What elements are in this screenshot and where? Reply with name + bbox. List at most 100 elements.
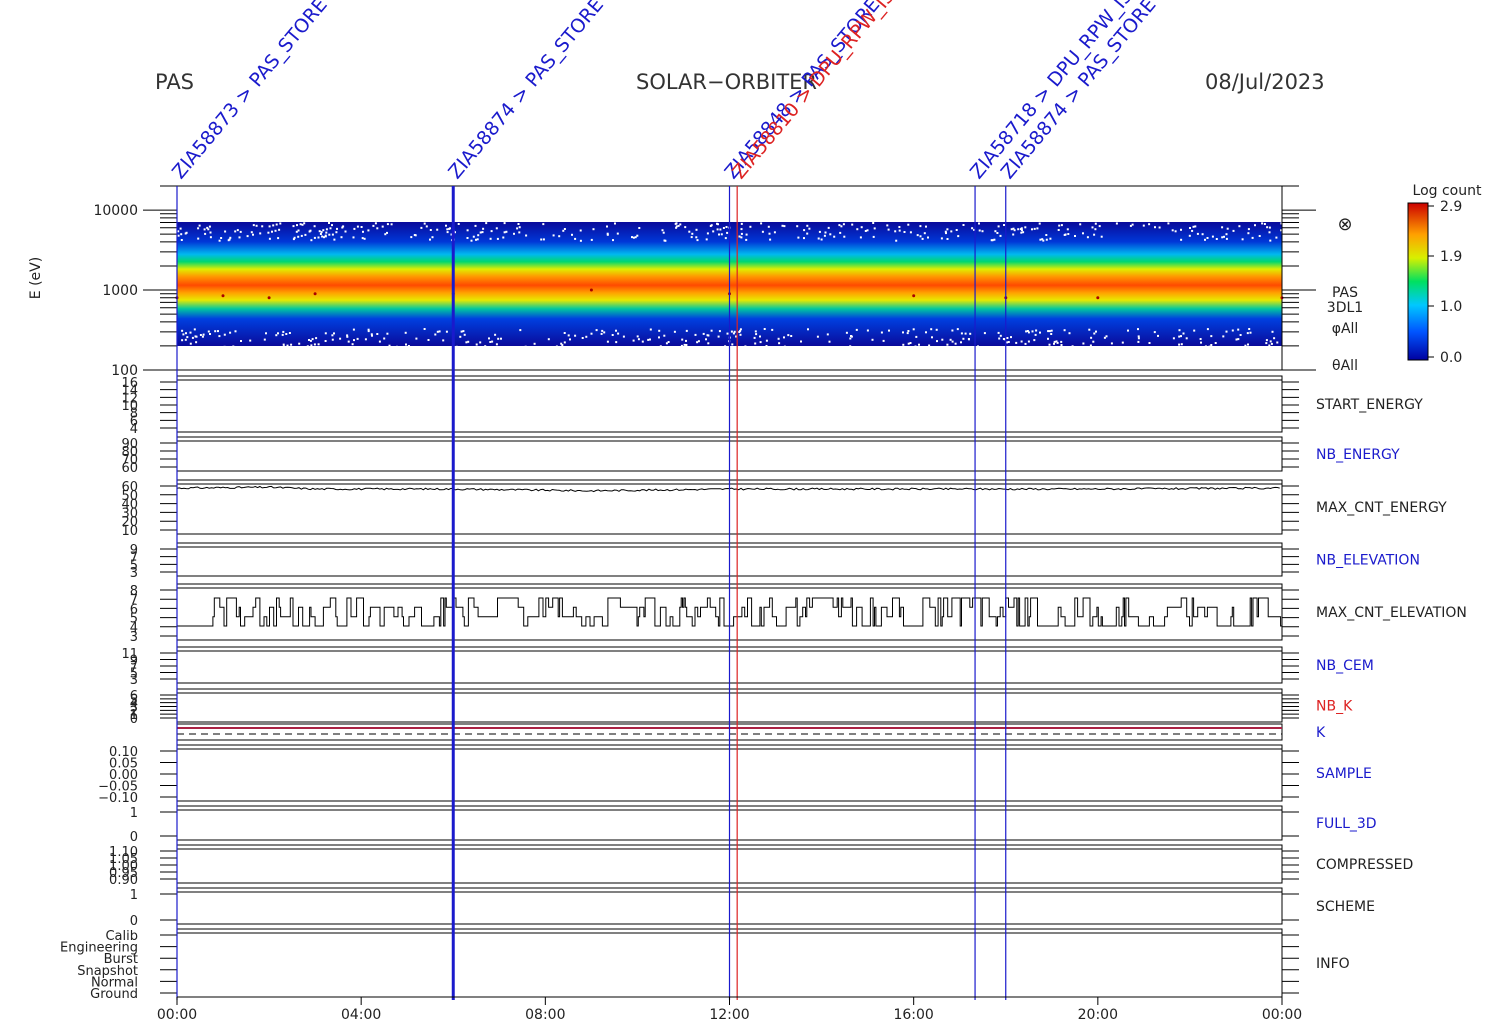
speckle xyxy=(765,339,768,342)
speckle xyxy=(250,231,253,234)
speckle xyxy=(240,340,242,342)
speckle xyxy=(319,233,322,235)
speckle xyxy=(423,328,426,330)
speckle xyxy=(1058,224,1061,227)
speckle xyxy=(1027,340,1030,343)
speckle xyxy=(740,236,743,239)
speckle xyxy=(303,222,306,225)
speckle xyxy=(1003,224,1005,226)
speckle xyxy=(1092,340,1095,343)
speckle xyxy=(675,222,678,225)
speckle xyxy=(1199,338,1202,340)
speckle xyxy=(759,341,762,344)
speckle xyxy=(895,239,898,242)
speckle xyxy=(1137,337,1140,340)
speckle xyxy=(1225,330,1228,333)
panel-tick-label: 0 xyxy=(130,712,138,727)
speckle xyxy=(907,223,910,226)
speckle xyxy=(601,329,604,332)
speckle xyxy=(431,236,434,239)
speckle xyxy=(1089,344,1092,347)
speckle xyxy=(907,342,910,345)
speckle xyxy=(688,230,691,233)
speckle xyxy=(185,332,187,335)
speckle xyxy=(472,235,475,238)
spectrogram-side-label: φAll xyxy=(1332,321,1359,337)
speckle xyxy=(306,345,309,348)
speckle xyxy=(547,338,550,341)
speckle xyxy=(282,330,285,333)
speckle xyxy=(318,230,321,233)
speckle xyxy=(1189,227,1191,229)
event-label: ZIA58810 > DPU_RPW_ISC_SEM_NOT xyxy=(728,0,972,183)
speckle xyxy=(1048,330,1051,333)
speckle xyxy=(783,336,785,339)
speckle xyxy=(860,226,863,229)
speckle xyxy=(909,231,912,234)
speckle xyxy=(614,222,616,225)
speckle xyxy=(1215,238,1218,240)
speckle xyxy=(494,333,497,336)
speckle xyxy=(1182,332,1185,335)
speckle xyxy=(1235,338,1238,341)
panel-tick-label: Ground xyxy=(90,987,138,1002)
speckle xyxy=(376,227,379,230)
speckle xyxy=(839,231,842,234)
speckle xyxy=(436,330,439,333)
speckle xyxy=(1057,229,1060,231)
speckle xyxy=(292,238,295,241)
peak-energy-point xyxy=(589,288,593,292)
speckle xyxy=(935,328,938,331)
speckle xyxy=(1066,228,1069,231)
speckle xyxy=(1178,335,1181,338)
speckle xyxy=(718,330,721,333)
speckle xyxy=(361,237,364,240)
speckle xyxy=(739,329,742,332)
speckle xyxy=(685,344,688,346)
speckle xyxy=(282,345,285,348)
speckle xyxy=(662,231,665,234)
panel-label-info: INFO xyxy=(1316,956,1350,972)
speckle xyxy=(871,338,874,341)
speckle xyxy=(1142,224,1145,227)
speckle xyxy=(617,332,620,335)
speckle xyxy=(322,229,325,232)
speckle xyxy=(945,232,947,235)
speckle xyxy=(722,227,725,229)
speckle xyxy=(964,332,967,335)
speckle xyxy=(781,224,784,227)
speckle xyxy=(1090,336,1093,339)
speckle xyxy=(680,344,683,347)
speckle xyxy=(921,237,924,240)
speckle xyxy=(1201,233,1204,236)
speckle xyxy=(407,345,410,347)
speckle xyxy=(997,225,1000,228)
speckle xyxy=(971,227,974,230)
speckle xyxy=(1039,238,1042,241)
speckle xyxy=(641,340,644,343)
speckle xyxy=(371,334,373,337)
speckle xyxy=(336,227,338,230)
speckle xyxy=(201,335,204,338)
colorbar-tick-label: 1.9 xyxy=(1440,249,1462,265)
speckle xyxy=(744,345,747,348)
speckle xyxy=(429,229,432,231)
speckle xyxy=(495,227,498,230)
speckle xyxy=(957,235,960,238)
speckle xyxy=(969,332,972,335)
speckle xyxy=(479,341,482,344)
speckle xyxy=(1079,223,1082,226)
speckle xyxy=(552,234,555,237)
speckle xyxy=(475,343,478,346)
speckle xyxy=(466,229,469,232)
speckle xyxy=(460,330,463,333)
speckle xyxy=(1254,224,1256,227)
speckle xyxy=(374,222,377,225)
speckle xyxy=(1185,337,1188,340)
speckle xyxy=(595,329,598,332)
speckle xyxy=(1196,232,1199,235)
speckle xyxy=(1110,342,1113,345)
speckle xyxy=(1115,222,1118,225)
speckle xyxy=(268,237,271,240)
panel-label-nb_k: NB_K xyxy=(1316,699,1353,715)
